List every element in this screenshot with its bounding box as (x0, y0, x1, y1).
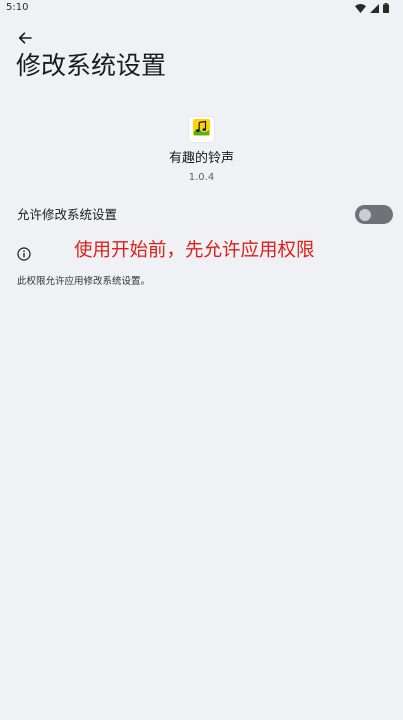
toggle-thumb (359, 208, 371, 221)
wifi-icon (355, 3, 366, 13)
status-bar: 5:10 (0, 0, 403, 16)
info-icon (17, 246, 31, 261)
page-title: 修改系统设置 (16, 51, 167, 80)
battery-icon (383, 3, 389, 13)
allow-modify-settings-label: 允许修改系统设置 (17, 207, 118, 222)
music-note-icon (193, 119, 210, 140)
status-time: 5:10 (6, 2, 29, 13)
arrow-back-icon (18, 30, 32, 49)
app-version: 1.0.4 (188, 172, 215, 183)
signal-icon (370, 3, 379, 13)
app-icon (189, 117, 214, 142)
status-icons (355, 3, 389, 13)
allow-modify-settings-row[interactable]: 允许修改系统设置 (0, 198, 403, 232)
back-button[interactable] (14, 28, 36, 50)
allow-modify-settings-toggle[interactable] (355, 205, 393, 224)
permission-description: 此权限允许应用修改系统设置。 (17, 276, 151, 287)
permission-annotation: 使用开始前，先允许应用权限 (74, 240, 315, 261)
app-name: 有趣的铃声 (168, 151, 234, 166)
